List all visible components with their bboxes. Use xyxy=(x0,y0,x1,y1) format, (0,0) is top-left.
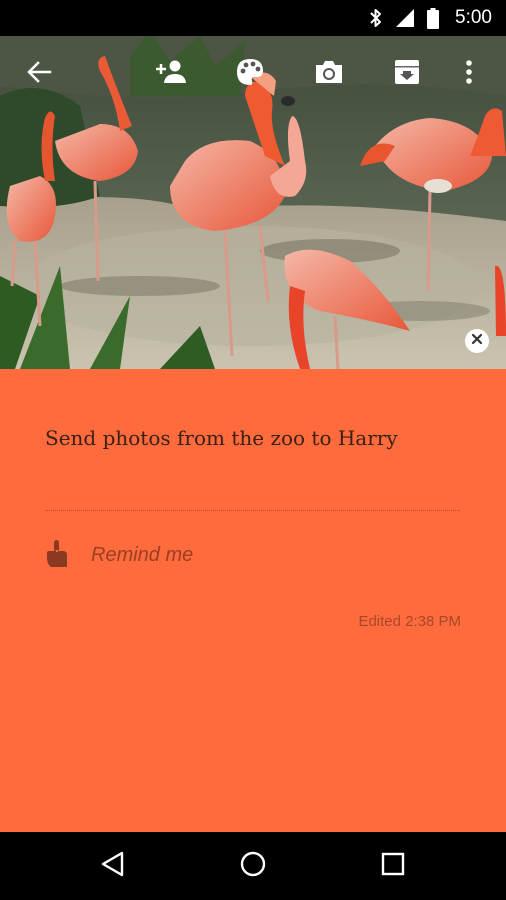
status-time: 5:00 xyxy=(455,7,492,28)
color-palette-button[interactable] xyxy=(234,58,266,90)
signal-icon xyxy=(395,8,415,28)
reminder-hand-icon xyxy=(45,538,69,573)
archive-icon xyxy=(393,58,421,91)
divider xyxy=(45,510,460,511)
camera-icon xyxy=(314,59,344,90)
palette-icon xyxy=(235,57,265,92)
recents-square-icon xyxy=(380,851,406,882)
home-circle-icon xyxy=(239,850,267,883)
back-arrow-icon xyxy=(26,59,52,90)
more-vert-icon xyxy=(465,59,473,90)
note-editor-screen: 5:00 Send photos from the zoo to Harry R… xyxy=(0,0,506,900)
bluetooth-icon xyxy=(369,8,383,28)
edited-timestamp: Edited 2:38 PM xyxy=(358,613,461,630)
back-button[interactable] xyxy=(23,58,55,90)
nav-recents-button[interactable] xyxy=(377,850,409,882)
status-bar: 5:00 xyxy=(0,0,506,36)
note-content: Send photos from the zoo to Harry Remind… xyxy=(0,369,506,832)
navigation-bar xyxy=(0,832,506,900)
note-title[interactable]: Send photos from the zoo to Harry xyxy=(45,426,398,450)
remind-me-button[interactable]: Remind me xyxy=(45,535,193,575)
nav-back-button[interactable] xyxy=(97,850,129,882)
more-options-button[interactable] xyxy=(453,58,485,90)
remind-me-label: Remind me xyxy=(91,543,194,566)
nav-home-button[interactable] xyxy=(237,850,269,882)
remove-image-button[interactable] xyxy=(465,329,489,353)
back-triangle-icon xyxy=(100,851,126,882)
archive-button[interactable] xyxy=(391,58,423,90)
add-image-button[interactable] xyxy=(313,58,345,90)
note-toolbar xyxy=(0,36,506,114)
close-icon xyxy=(471,332,483,350)
battery-icon xyxy=(427,7,440,29)
add-collaborator-button[interactable] xyxy=(155,58,187,90)
add-collaborator-icon xyxy=(155,59,187,90)
